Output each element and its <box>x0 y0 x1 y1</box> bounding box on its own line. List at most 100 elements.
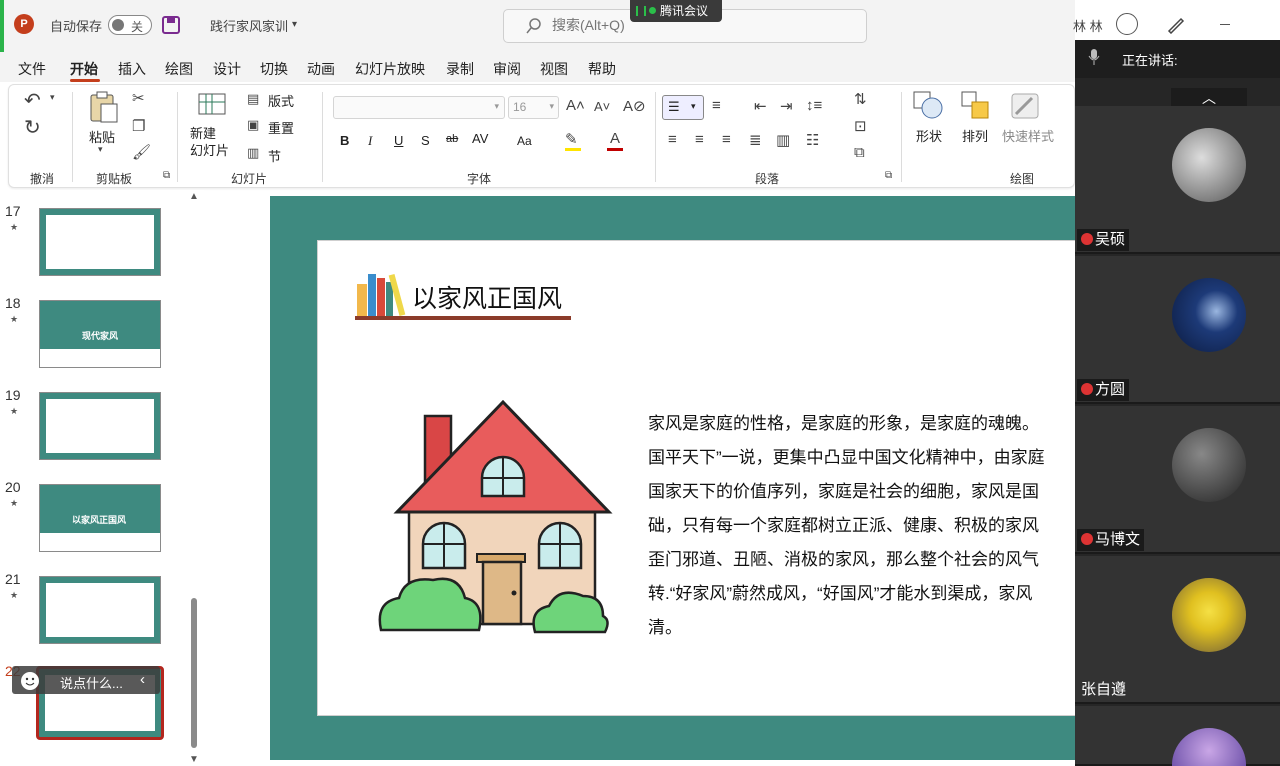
shrink-font-icon[interactable]: A˅ <box>594 99 610 114</box>
scroll-down-icon[interactable]: ▼ <box>189 754 199 765</box>
autosave-toggle[interactable]: 关 <box>108 15 152 35</box>
menu-record[interactable]: 录制 <box>446 59 474 79</box>
arrange-label[interactable]: 排列 <box>962 126 988 145</box>
bold-button[interactable]: B <box>340 133 349 148</box>
undo-icon[interactable]: ↶ <box>24 88 41 113</box>
menu-slideshow[interactable]: 幻灯片放映 <box>355 59 425 79</box>
slide-body-text[interactable]: 家风是家庭的性格，是家庭的形象，是家庭的魂魄。 国平天下”一说，更集中凸显中国文… <box>648 407 1078 645</box>
highlight-icon[interactable]: ✎ <box>565 130 578 148</box>
decrease-indent-icon[interactable]: ⇤ <box>754 97 767 115</box>
columns-icon[interactable]: ▥ <box>776 131 790 149</box>
collapse-up-icon[interactable]: ︿ <box>1171 88 1247 108</box>
title-dropdown-icon[interactable]: ▾ <box>292 19 297 30</box>
quick-styles-icon[interactable] <box>1010 90 1044 122</box>
bullets-button[interactable]: ☰ ▾ <box>662 95 704 120</box>
reset-icon[interactable]: ▣ <box>247 117 259 133</box>
menu-help[interactable]: 帮助 <box>588 59 616 79</box>
emoji-icon[interactable] <box>20 671 40 691</box>
user-avatar[interactable] <box>1116 13 1138 35</box>
reset-label[interactable]: 重置 <box>268 118 294 137</box>
increase-indent-icon[interactable]: ⇥ <box>780 97 793 115</box>
house-illustration <box>378 400 613 634</box>
align-left-icon[interactable]: ≡ <box>668 131 677 148</box>
distributed-icon[interactable]: ☷ <box>806 131 819 149</box>
menu-transitions[interactable]: 切换 <box>260 59 288 79</box>
slide-thumbnail-21[interactable] <box>39 576 161 644</box>
redo-icon[interactable]: ↻ <box>24 115 41 140</box>
menu-view[interactable]: 视图 <box>540 59 568 79</box>
underline-button[interactable]: U <box>394 133 403 148</box>
section-label[interactable]: 节 <box>268 146 281 165</box>
document-title[interactable]: 践行家风家训 <box>210 16 288 35</box>
new-slide-icon[interactable] <box>198 90 228 118</box>
paste-dropdown-icon[interactable]: ▾ <box>98 144 103 155</box>
menu-animations[interactable]: 动画 <box>307 59 335 79</box>
shapes-label[interactable]: 形状 <box>916 126 942 145</box>
slide-title[interactable]: 以家风正国风 <box>412 279 562 315</box>
menu-review[interactable]: 审阅 <box>493 59 521 79</box>
slide-thumbnail-17[interactable] <box>39 208 161 276</box>
thumbnail-scrollbar[interactable] <box>191 598 197 748</box>
smartart-icon[interactable]: ⧉ <box>854 144 865 161</box>
text-direction-icon[interactable]: ⇅ <box>854 90 867 108</box>
format-painter-icon[interactable]: 🖌 <box>132 143 151 161</box>
slide-thumbnail-18[interactable]: 现代家风 <box>39 300 161 368</box>
save-icon[interactable] <box>162 16 180 34</box>
cut-icon[interactable]: ✂ <box>132 89 145 107</box>
slide-thumbnail-20[interactable]: 以家风正国风 <box>39 484 161 552</box>
chat-input-placeholder[interactable]: 说点什么... <box>60 673 123 692</box>
participant-name: 马博文 <box>1077 529 1145 551</box>
font-size-select[interactable]: 16 ▾ <box>508 96 559 119</box>
menu-insert[interactable]: 插入 <box>118 59 146 79</box>
autosave-state: 关 <box>131 20 144 34</box>
paste-icon[interactable] <box>88 90 120 124</box>
grow-font-icon[interactable]: A˄ <box>566 97 585 114</box>
shadow-button[interactable]: S <box>421 133 430 148</box>
participant-avatar <box>1172 278 1246 352</box>
menu-draw[interactable]: 绘图 <box>165 59 193 79</box>
group-label-font: 字体 <box>467 172 492 186</box>
clear-format-icon[interactable]: A⊘ <box>623 97 646 115</box>
animation-star-icon: ★ <box>10 498 19 508</box>
thumb-number: 19 <box>5 387 21 403</box>
menu-design[interactable]: 设计 <box>213 59 241 79</box>
justify-icon[interactable]: ≣ <box>749 131 762 149</box>
align-text-icon[interactable]: ⊡ <box>854 117 867 135</box>
pen-icon[interactable] <box>1166 14 1186 34</box>
section-icon[interactable]: ▥ <box>247 145 259 161</box>
font-family-select[interactable]: ▾ <box>333 96 505 119</box>
thumb-content <box>40 349 160 367</box>
layout-label[interactable]: 版式 <box>268 91 294 110</box>
line-spacing-icon[interactable]: ↕≡ <box>806 97 822 114</box>
menu-bar <box>0 52 1075 82</box>
align-center-icon[interactable]: ≡ <box>695 131 704 148</box>
slide-thumbnail-19[interactable] <box>39 392 161 460</box>
menu-home[interactable]: 开始 <box>70 59 98 79</box>
undo-dropdown-icon[interactable]: ▾ <box>50 92 55 103</box>
arrange-icon[interactable] <box>960 90 992 122</box>
thumb-number: 17 <box>5 203 21 219</box>
thumb-title: 现代家风 <box>82 331 119 341</box>
layout-icon[interactable]: ▤ <box>247 91 259 107</box>
align-right-icon[interactable]: ≡ <box>722 131 731 148</box>
font-color-icon[interactable]: A <box>610 130 620 147</box>
shapes-icon[interactable] <box>912 90 946 122</box>
meeting-app-tag[interactable]: 腾讯会议 <box>630 0 722 22</box>
menu-file[interactable]: 文件 <box>18 59 46 79</box>
copy-icon[interactable]: ❐ <box>132 117 145 135</box>
scroll-up-icon[interactable]: ▲ <box>189 191 199 202</box>
clipboard-launcher-icon[interactable]: ⧉ <box>163 170 170 181</box>
autosave-label: 自动保存 <box>50 19 103 34</box>
numbering-icon[interactable]: ≡ <box>712 97 721 114</box>
minimize-icon[interactable] <box>1220 24 1230 25</box>
new-slide-label[interactable]: 新建 幻灯片 <box>190 125 238 159</box>
toggle-knob <box>112 19 124 31</box>
strikethrough-button[interactable]: ab <box>446 133 458 145</box>
char-spacing-button[interactable]: AV <box>472 131 488 146</box>
collapse-chat-icon[interactable]: ‹ <box>140 671 145 688</box>
paragraph-launcher-icon[interactable]: ⧉ <box>885 170 892 181</box>
italic-button[interactable]: I <box>368 133 372 149</box>
user-name: 林 林 <box>1073 19 1103 34</box>
change-case-button[interactable]: Aa <box>517 134 532 148</box>
quick-styles-label[interactable]: 快速样式 <box>1002 126 1054 145</box>
